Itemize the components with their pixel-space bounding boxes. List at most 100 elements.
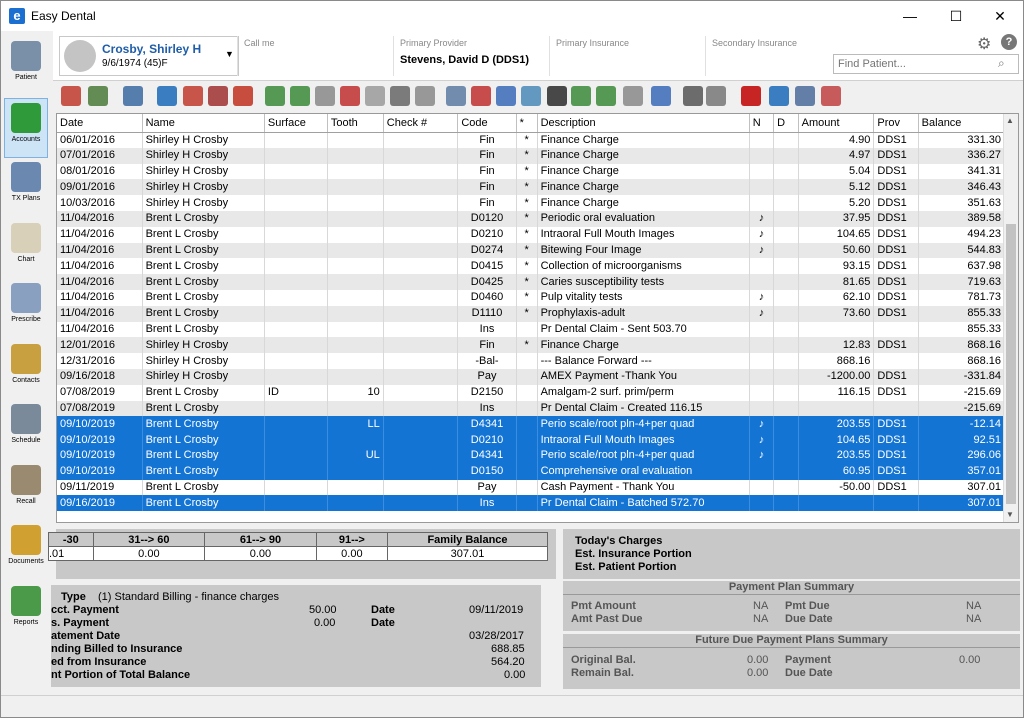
toolbar-button-24-icon[interactable] [683, 86, 703, 106]
table-row[interactable]: 09/10/2019 Brent L Crosby LL D4341 Perio sca… [57, 416, 1006, 433]
gear-icon[interactable]: ⚙ [977, 34, 991, 54]
nav-item-documents[interactable]: Documents [4, 521, 48, 581]
toolbar-button-20-icon[interactable] [571, 86, 591, 106]
toolbar-button-4-icon[interactable] [157, 86, 177, 106]
primary-provider-field: Primary Provider Stevens, David D (DDS1) [393, 36, 549, 76]
nav-item-recall[interactable]: Recall [4, 461, 48, 521]
column-header[interactable]: Amount [798, 114, 875, 133]
table-row[interactable]: 09/16/2019 Brent L Crosby Ins Pr Dental Cla… [57, 495, 1006, 512]
help-icon[interactable]: ? [1001, 34, 1017, 50]
toolbar-button-25-icon[interactable] [706, 86, 726, 106]
column-header[interactable]: D [773, 114, 799, 133]
table-row[interactable]: 09/10/2019 Brent L Crosby UL D4341 Perio sca… [57, 447, 1006, 464]
nav-item-schedule[interactable]: Schedule [4, 400, 48, 460]
patient-selector[interactable]: Crosby, Shirley H 9/6/1974 (45)F ▼ [59, 36, 239, 76]
toolbar-button-29-icon[interactable] [821, 86, 841, 106]
table-row[interactable]: 06/01/2016 Shirley H Crosby Fin * Finance Ch… [57, 132, 1006, 148]
toolbar-button-22-icon[interactable] [623, 86, 643, 106]
table-row[interactable]: 11/04/2016 Brent L Crosby D0120 * Periodic o… [57, 210, 1006, 227]
column-header[interactable]: * [516, 114, 538, 133]
cell-amount: 12.83 [798, 337, 875, 354]
toolbar-button-23-icon[interactable] [651, 86, 671, 106]
cell-desc: Finance Charge [537, 179, 750, 196]
table-row[interactable]: 09/01/2016 Shirley H Crosby Fin * Finance Ch… [57, 179, 1006, 196]
table-row[interactable]: 07/08/2019 Brent L Crosby ID 10 D2150 Amalgam… [57, 384, 1006, 401]
table-row[interactable]: 10/03/2016 Shirley H Crosby Fin * Finance Ch… [57, 195, 1006, 211]
toolbar-button-19-icon[interactable] [547, 86, 567, 106]
table-row[interactable]: 08/01/2016 Shirley H Crosby Fin * Finance Ch… [57, 163, 1006, 180]
toolbar-button-6-icon[interactable] [208, 86, 228, 106]
patient-name[interactable]: Crosby, Shirley H [102, 42, 201, 56]
chevron-down-icon[interactable]: ▼ [225, 49, 234, 59]
toolbar-button-1-icon[interactable] [61, 86, 81, 106]
toolbar-button-10-icon[interactable] [315, 86, 335, 106]
toolbar-button-17-icon[interactable] [496, 86, 516, 106]
toolbar-button-26-icon[interactable] [741, 86, 761, 106]
nav-item-reports[interactable]: Reports [4, 582, 48, 642]
nav-item-contacts[interactable]: Contacts [4, 340, 48, 400]
ledger-table[interactable]: Date Name Surface Tooth Check # Code * Descript… [56, 113, 1019, 523]
search-icon[interactable]: ⌕ [998, 56, 1005, 71]
table-row[interactable]: 11/04/2016 Brent L Crosby D0460 * Pulp vital… [57, 289, 1006, 306]
scroll-thumb[interactable] [1006, 224, 1016, 504]
close-button[interactable]: ✕ [977, 1, 1023, 31]
table-row[interactable]: 09/10/2019 Brent L Crosby D0210 Intraoral F… [57, 432, 1006, 448]
toolbar-button-13-icon[interactable] [390, 86, 410, 106]
column-header[interactable]: Code [457, 114, 517, 133]
toolbar-button-28-icon[interactable] [795, 86, 815, 106]
nav-item-accounts[interactable]: Accounts [4, 97, 48, 158]
toolbar-button-12-icon[interactable] [365, 86, 385, 106]
table-row[interactable]: 12/31/2016 Shirley H Crosby -Bal- --- Balan… [57, 353, 1006, 369]
column-header[interactable]: Date [57, 114, 143, 133]
table-row[interactable]: 09/10/2019 Brent L Crosby D0150 Comprehensi… [57, 463, 1006, 480]
cell-name: Brent L Crosby [142, 479, 265, 496]
toolbar-button-16-icon[interactable] [471, 86, 491, 106]
toolbar-button-27-icon[interactable] [769, 86, 789, 106]
column-header[interactable]: N [749, 114, 775, 133]
nav-item-chart[interactable]: Chart [4, 219, 48, 279]
table-row[interactable]: 11/04/2016 Brent L Crosby D0274 * Bitewing F… [57, 242, 1006, 259]
column-header[interactable]: Description [537, 114, 750, 133]
cell-date: 07/01/2016 [57, 147, 143, 164]
toolbar-button-2-icon[interactable] [88, 86, 108, 106]
toolbar-button-15-icon[interactable] [446, 86, 466, 106]
cell-surface [264, 179, 328, 196]
column-header[interactable]: Prov [873, 114, 919, 133]
toolbar-button-14-icon[interactable] [415, 86, 435, 106]
toolbar-button-8-icon[interactable] [265, 86, 285, 106]
nav-item-patient[interactable]: Patient [4, 37, 48, 97]
toolbar-button-5-icon[interactable] [183, 86, 203, 106]
toolbar-button-18-icon[interactable] [521, 86, 541, 106]
column-header[interactable]: Surface [264, 114, 328, 133]
vertical-scrollbar[interactable]: ▲ ▼ [1003, 114, 1018, 522]
table-row[interactable]: 07/01/2016 Shirley H Crosby Fin * Finance Ch… [57, 147, 1006, 164]
table-row[interactable]: 09/16/2018 Shirley H Crosby Pay AMEX Paymen… [57, 368, 1006, 385]
maximize-button[interactable]: ☐ [933, 1, 979, 31]
toolbar-button-3-icon[interactable] [123, 86, 143, 106]
cell-desc: Caries susceptibility tests [537, 274, 750, 290]
find-patient-input[interactable] [833, 54, 1019, 74]
minimize-button[interactable]: — [887, 1, 933, 31]
column-header[interactable]: Check # [383, 114, 459, 133]
scroll-down-icon[interactable]: ▼ [1006, 510, 1014, 519]
cell-tooth [327, 432, 384, 448]
table-row[interactable]: 11/04/2016 Brent L Crosby D0210 * Intraoral … [57, 226, 1006, 243]
toolbar-button-21-icon[interactable] [596, 86, 616, 106]
column-header[interactable]: Balance [918, 114, 1006, 133]
column-header[interactable]: Name [142, 114, 265, 133]
table-row[interactable]: 07/08/2019 Brent L Crosby Ins Pr Dental Cla… [57, 400, 1006, 417]
table-row[interactable]: 09/11/2019 Brent L Crosby Pay Cash Payment … [57, 479, 1006, 496]
nav-item-tx-plans[interactable]: TX Plans [4, 158, 48, 218]
cell-desc: Pr Dental Claim - Sent 503.70 [537, 321, 750, 338]
table-row[interactable]: 11/04/2016 Brent L Crosby D1110 * Prophylaxi… [57, 305, 1006, 322]
table-row[interactable]: 11/04/2016 Brent L Crosby Ins Pr Dental Cla… [57, 321, 1006, 338]
nav-item-prescribe[interactable]: Prescribe [4, 279, 48, 339]
toolbar-button-9-icon[interactable] [290, 86, 310, 106]
table-row[interactable]: 11/04/2016 Brent L Crosby D0415 * Collection… [57, 258, 1006, 275]
column-header[interactable]: Tooth [327, 114, 384, 133]
table-row[interactable]: 11/04/2016 Brent L Crosby D0425 * Caries sus… [57, 274, 1006, 290]
toolbar-button-7-icon[interactable] [233, 86, 253, 106]
scroll-up-icon[interactable]: ▲ [1006, 116, 1014, 125]
toolbar-button-11-icon[interactable] [340, 86, 360, 106]
table-row[interactable]: 12/01/2016 Shirley H Crosby Fin * Finance Ch… [57, 337, 1006, 354]
